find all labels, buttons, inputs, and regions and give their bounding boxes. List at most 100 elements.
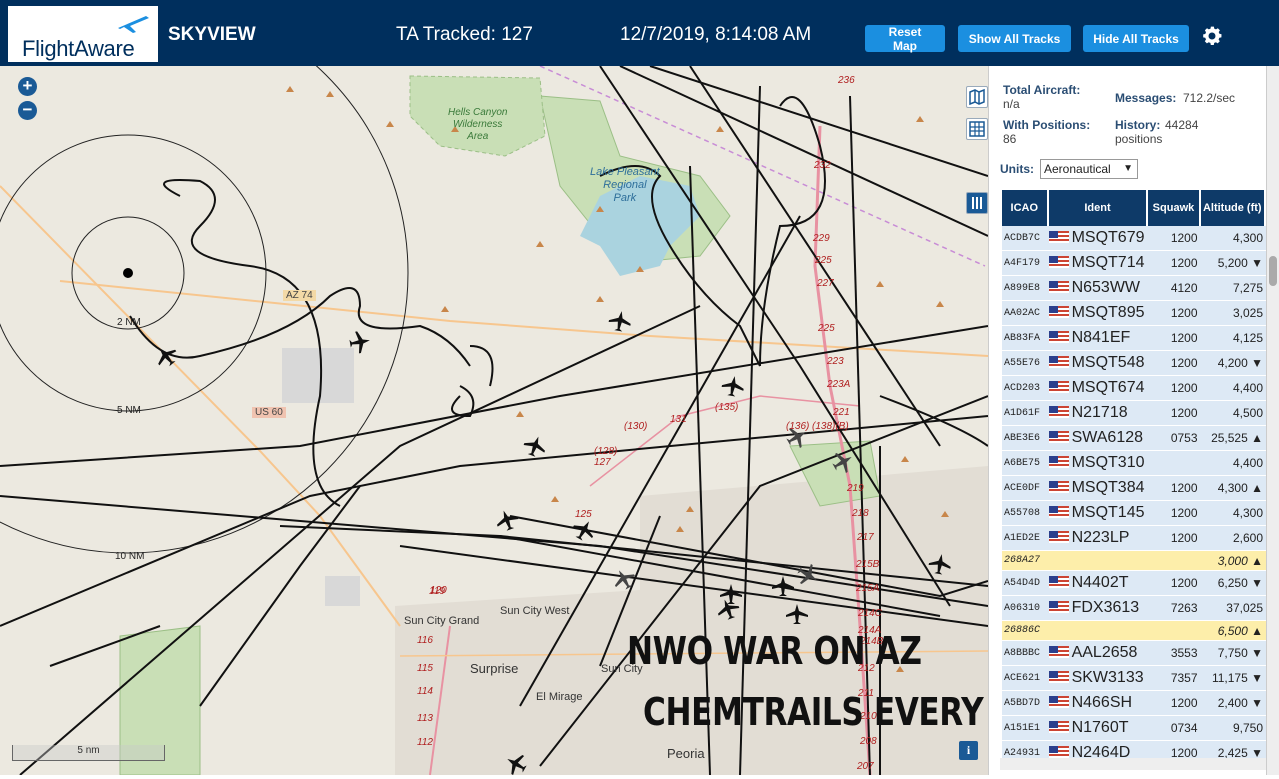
table-row[interactable]: A899E8 N653WW 4120 7,275 [1002, 276, 1266, 301]
icao-cell: A8BBBC [1002, 641, 1049, 666]
table-row[interactable]: ACD203 MSQT674 1200 4,400 [1002, 376, 1266, 401]
scrollbar-thumb[interactable] [1269, 256, 1277, 286]
table-row[interactable]: ACE0DF MSQT384 1200 4,300 ▲ [1002, 476, 1266, 501]
us-flag-icon [1048, 481, 1069, 493]
altitude-cell-text: 37,025 [1226, 601, 1263, 615]
total-aircraft-label: Total Aircraft: [1003, 83, 1081, 97]
road-label-128: (128) [594, 446, 618, 457]
icao-cell-text: A1D61F [1004, 407, 1041, 419]
table-row[interactable]: A55708 MSQT145 1200 4,300 [1002, 501, 1266, 526]
table-row[interactable]: A4F179 MSQT714 1200 5,200 ▼ [1002, 251, 1266, 276]
place-el-mirage: El Mirage [536, 691, 583, 703]
exit-number: 214C [858, 608, 882, 619]
units-label: Units: [1000, 162, 1034, 176]
map-view[interactable]: Hells Canyon Wilderness Area Lake Pleasa… [0, 66, 988, 775]
us-flag-icon [1048, 431, 1069, 443]
icao-cell: AA02AC [1002, 301, 1049, 326]
squawk-cell-text: 0734 [1170, 721, 1198, 735]
road-label-131: 131 [670, 414, 687, 425]
table-row[interactable]: A5BD7D N466SH 1200 2,400 ▼ [1002, 691, 1266, 716]
hide-all-tracks-button[interactable]: Hide All Tracks [1083, 25, 1189, 52]
exit-number: 236 [838, 75, 855, 86]
ident-cell: N4402T [1048, 571, 1149, 596]
altitude-cell: 2,400 ▼ [1200, 691, 1266, 716]
column-header-squawk[interactable]: Squawk [1148, 190, 1201, 226]
exit-number: 223 [827, 356, 844, 367]
altitude-cell-text: 9,750 [1232, 721, 1263, 735]
table-row[interactable]: AA02AC MSQT895 1200 3,025 [1002, 301, 1266, 326]
table-row[interactable]: 268A27 3,000 ▲ [1002, 551, 1266, 571]
exit-number: 227 [817, 278, 834, 289]
ident-text: MSQT145 [1071, 504, 1145, 521]
table-row[interactable]: A55E76 MSQT548 1200 4,200 ▼ [1002, 351, 1266, 376]
table-row[interactable]: A1D61F N21718 1200 4,500 [1002, 401, 1266, 426]
panel-scrollbar[interactable] [1266, 66, 1279, 775]
table-row[interactable]: 26886C 6,500 ▲ [1002, 621, 1266, 641]
us-flag-icon [1048, 256, 1069, 268]
map-layer-button[interactable] [966, 86, 988, 108]
table-row[interactable]: A6BE75 MSQT310 4,400 [1002, 451, 1266, 476]
ident-cell: FDX3613 [1048, 596, 1149, 621]
squawk-cell: 4120 [1148, 276, 1201, 301]
squawk-cell: 1200 [1148, 501, 1201, 526]
altitude-cell-text: 4,300 [1232, 231, 1263, 245]
icao-cell: A151E1 [1002, 716, 1049, 741]
columns-icon [972, 197, 982, 209]
squawk-cell: 1200 [1148, 571, 1201, 596]
table-row[interactable]: A151E1 N1760T 0734 9,750 [1002, 716, 1266, 741]
icao-cell-text: A8BBBC [1004, 647, 1041, 659]
table-row[interactable]: ABE3E6 SWA6128 0753 25,525 ▲ [1002, 426, 1266, 451]
units-select[interactable]: Aeronautical ▼ [1040, 159, 1138, 179]
table-row[interactable]: A1ED2E N223LP 1200 2,600 [1002, 526, 1266, 551]
flightaware-logo[interactable]: FlightAware [8, 6, 158, 62]
gear-icon[interactable] [1200, 24, 1224, 48]
zoom-out-button[interactable]: − [18, 101, 37, 120]
altitude-cell: 4,400 [1200, 376, 1266, 401]
icao-cell: A5BD7D [1002, 691, 1049, 716]
squawk-cell: 1200 [1148, 301, 1201, 326]
show-all-tracks-button[interactable]: Show All Tracks [958, 25, 1071, 52]
ident-text: SKW3133 [1071, 669, 1144, 686]
ident-text: FDX3613 [1071, 599, 1140, 616]
table-row[interactable]: A54D4D N4402T 1200 6,250 ▼ [1002, 571, 1266, 596]
squawk-cell-text: 1200 [1170, 306, 1198, 320]
ident-cell: MSQT895 [1048, 301, 1149, 326]
column-header-ident[interactable]: Ident [1048, 190, 1149, 226]
icao-cell-text: A4F179 [1004, 257, 1041, 269]
table-horizontal-scrollbar[interactable] [1000, 758, 1266, 770]
altitude-cell: 7,750 ▼ [1200, 641, 1266, 666]
altitude-cell-text: 11,175 ▼ [1211, 671, 1263, 685]
table-row[interactable]: A06310 FDX3613 7263 37,025 [1002, 596, 1266, 621]
grid-toggle-button[interactable] [966, 118, 988, 140]
ident-text: MSQT674 [1071, 379, 1145, 396]
ident-text: MSQT384 [1071, 479, 1145, 496]
table-row[interactable]: A8BBBC AAL2658 3553 7,750 ▼ [1002, 641, 1266, 666]
columns-toggle-button[interactable] [966, 192, 988, 214]
us-flag-icon [1048, 601, 1069, 613]
squawk-cell-text: 1200 [1170, 231, 1198, 245]
table-row[interactable]: AB83FA N841EF 1200 4,125 [1002, 326, 1266, 351]
ident-cell: MSQT714 [1048, 251, 1149, 276]
us-flag-icon [1048, 406, 1069, 418]
column-header-icao[interactable]: ICAO [1002, 190, 1049, 226]
ident-text: N653WW [1071, 279, 1141, 296]
table-row[interactable]: ACDB7C MSQT679 1200 4,300 [1002, 226, 1266, 251]
altitude-cell: 4,500 [1200, 401, 1266, 426]
column-header-altitude[interactable]: Altitude (ft) [1200, 190, 1266, 226]
exit-number: 229 [813, 233, 830, 244]
road-label-us60: US 60 [252, 407, 286, 418]
info-button[interactable]: i [959, 741, 978, 760]
zoom-in-button[interactable]: + [18, 77, 37, 96]
icao-cell: A55708 [1002, 501, 1049, 526]
exit-number: 232 [814, 160, 831, 171]
exit-number: 207 [857, 761, 874, 772]
us-flag-icon [1048, 331, 1069, 343]
messages-label: Messages: [1115, 91, 1177, 105]
app-title: SKYVIEW [168, 24, 256, 45]
ident-cell: MSQT310 [1048, 451, 1149, 476]
exit-number: 217 [857, 532, 874, 543]
range-ring-2nm-label: 2 NM [117, 317, 141, 328]
table-row[interactable]: ACE621 SKW3133 7357 11,175 ▼ [1002, 666, 1266, 691]
reset-map-button[interactable]: Reset Map [865, 25, 945, 53]
squawk-cell-text: 1200 [1170, 256, 1198, 270]
